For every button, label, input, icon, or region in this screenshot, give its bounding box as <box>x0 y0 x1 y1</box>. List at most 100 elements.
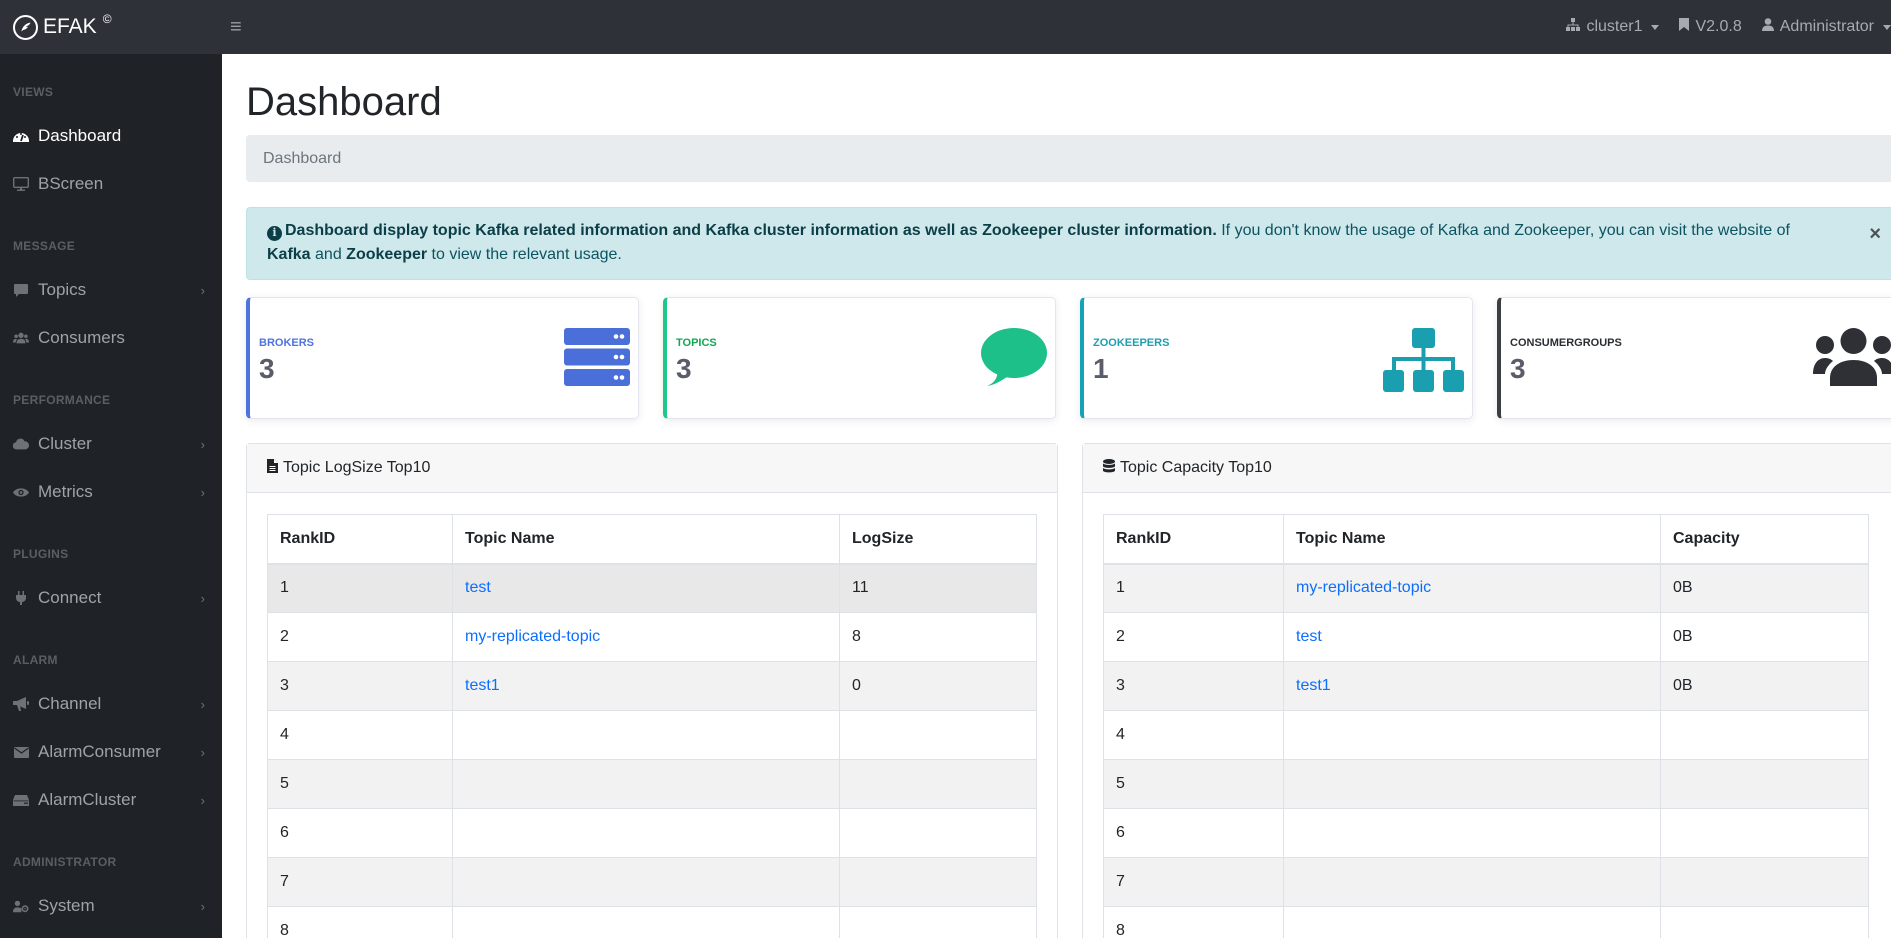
kafka-link[interactable]: Kafka <box>267 246 311 263</box>
card-label: ZOOKEEPERS <box>1093 337 1170 349</box>
logsize-cell <box>839 710 1037 760</box>
sidebar-item-channel[interactable]: Channel › <box>0 689 222 719</box>
topic-cell <box>1283 906 1661 938</box>
topic-link[interactable]: test1 <box>465 677 500 694</box>
envelope-icon <box>13 746 29 758</box>
topic-link[interactable]: my-replicated-topic <box>1296 579 1431 596</box>
sidebar: VIEWS Dashboard BScreen MESSAGE Topics ›… <box>0 54 222 938</box>
desktop-icon <box>13 177 29 191</box>
alert-text: and <box>310 246 347 263</box>
top-nav: cluster1 V2.0.8 Administrator <box>1566 18 1891 36</box>
capacity-cell: 0B <box>1660 612 1869 662</box>
version-label: V2.0.8 <box>1695 18 1742 35</box>
chevron-right-icon: › <box>200 436 205 452</box>
zookeeper-link[interactable]: Zookeeper <box>346 246 427 263</box>
sidebar-item-cluster[interactable]: Cluster › <box>0 429 222 459</box>
table-header-row: RankID Topic Name Capacity <box>1103 514 1869 565</box>
sidebar-item-metrics[interactable]: Metrics › <box>0 477 222 507</box>
brokers-card[interactable]: BROKERS 3 <box>246 297 639 419</box>
plug-icon <box>13 591 29 605</box>
card-label: TOPICS <box>676 337 717 349</box>
sidebar-item-topics[interactable]: Topics › <box>0 275 222 305</box>
topic-link[interactable]: test1 <box>1296 677 1331 694</box>
bookmark-icon <box>1679 18 1690 36</box>
version-item[interactable]: V2.0.8 <box>1679 18 1742 36</box>
sidebar-item-label: Cluster <box>38 434 92 453</box>
rank-cell: 2 <box>267 612 453 662</box>
users-icon <box>13 332 29 344</box>
sidebar-item-dashboard[interactable]: Dashboard <box>0 121 222 151</box>
chevron-right-icon: › <box>200 282 205 298</box>
caret-down-icon <box>1883 24 1891 30</box>
table-row: 3 test1 0B <box>1103 661 1869 711</box>
column-header[interactable]: Topic Name <box>452 514 840 565</box>
sidebar-item-label: System <box>38 896 95 915</box>
table-row: 6 <box>267 808 1037 858</box>
sidebar-item-label: AlarmConsumer <box>38 742 161 761</box>
table-row: 7 <box>1103 857 1869 907</box>
user-dropdown[interactable]: Administrator <box>1761 18 1891 36</box>
table-row: 7 <box>267 857 1037 907</box>
sidebar-item-label: Connect <box>38 588 102 607</box>
sidebar-item-alarmcluster[interactable]: AlarmCluster › <box>0 785 222 815</box>
rank-cell: 7 <box>267 857 453 907</box>
capacity-panel: Topic Capacity Top10 RankID Topic Name C… <box>1082 443 1891 938</box>
table-row: 3 test1 0 <box>267 661 1037 711</box>
rank-cell: 3 <box>1103 661 1284 711</box>
copyright-mark: © <box>102 12 112 26</box>
topics-card[interactable]: TOPICS 3 <box>663 297 1056 419</box>
cluster-dropdown[interactable]: cluster1 <box>1566 18 1660 36</box>
topic-cell: test <box>1283 612 1661 662</box>
close-icon[interactable]: × <box>1869 222 1881 246</box>
sidebar-item-consumers[interactable]: Consumers <box>0 323 222 353</box>
rank-cell: 7 <box>1103 857 1284 907</box>
topic-cell <box>452 857 840 907</box>
hamburger-icon[interactable]: ≡ <box>230 16 242 39</box>
table-row: 5 <box>267 759 1037 809</box>
feather-logo-icon <box>13 14 38 40</box>
chevron-right-icon: › <box>200 590 205 606</box>
sidebar-item-label: Channel <box>38 694 102 713</box>
topic-cell: test1 <box>1283 661 1661 711</box>
card-value: 3 <box>676 353 692 384</box>
table-row: 8 <box>1103 906 1869 938</box>
rank-cell: 4 <box>267 710 453 760</box>
cloud-icon <box>13 438 29 450</box>
column-header[interactable]: Topic Name <box>1283 514 1661 565</box>
logsize-table: RankID Topic Name LogSize 1 test 11 2 my-re… <box>267 514 1037 938</box>
bullhorn-icon <box>13 697 29 711</box>
column-header[interactable]: RankID <box>1103 514 1284 565</box>
sidebar-item-alarmconsumer[interactable]: AlarmConsumer › <box>0 737 222 767</box>
sitemap-icon <box>1566 18 1581 36</box>
logsize-cell <box>839 906 1037 938</box>
file-icon <box>267 458 278 478</box>
logsize-panel: Topic LogSize Top10 RankID Topic Name Lo… <box>246 443 1058 938</box>
sidebar-item-label: AlarmCluster <box>38 790 137 809</box>
sidebar-heading-alarm: ALARM <box>13 653 58 667</box>
topic-cell <box>1283 759 1661 809</box>
card-value: 1 <box>1093 353 1109 384</box>
page-title: Dashboard <box>246 80 442 124</box>
sidebar-item-bscreen[interactable]: BScreen <box>0 169 222 199</box>
column-header[interactable]: Capacity <box>1660 514 1869 565</box>
sidebar-item-connect[interactable]: Connect › <box>0 583 222 613</box>
rank-cell: 4 <box>1103 710 1284 760</box>
user-name: Administrator <box>1779 18 1874 35</box>
table-row: 2 my-replicated-topic 8 <box>267 612 1037 662</box>
topic-link[interactable]: test <box>465 579 491 596</box>
eye-icon <box>13 487 29 498</box>
sidebar-item-system[interactable]: System › <box>0 891 222 921</box>
topic-link[interactable]: test <box>1296 628 1322 645</box>
table-row: 1 my-replicated-topic 0B <box>1103 563 1869 613</box>
panel-header: Topic LogSize Top10 <box>247 444 1057 493</box>
topic-link[interactable]: my-replicated-topic <box>465 628 600 645</box>
brand[interactable]: EFAK © <box>0 0 222 54</box>
sitemap-icon <box>1383 328 1464 397</box>
capacity-cell <box>1660 759 1869 809</box>
topic-cell <box>452 906 840 938</box>
rank-cell: 8 <box>267 906 453 938</box>
zookeepers-card[interactable]: ZOOKEEPERS 1 <box>1080 297 1473 419</box>
consumergroups-card[interactable]: CONSUMERGROUPS 3 <box>1497 297 1891 419</box>
column-header[interactable]: RankID <box>267 514 453 565</box>
column-header[interactable]: LogSize <box>839 514 1037 565</box>
